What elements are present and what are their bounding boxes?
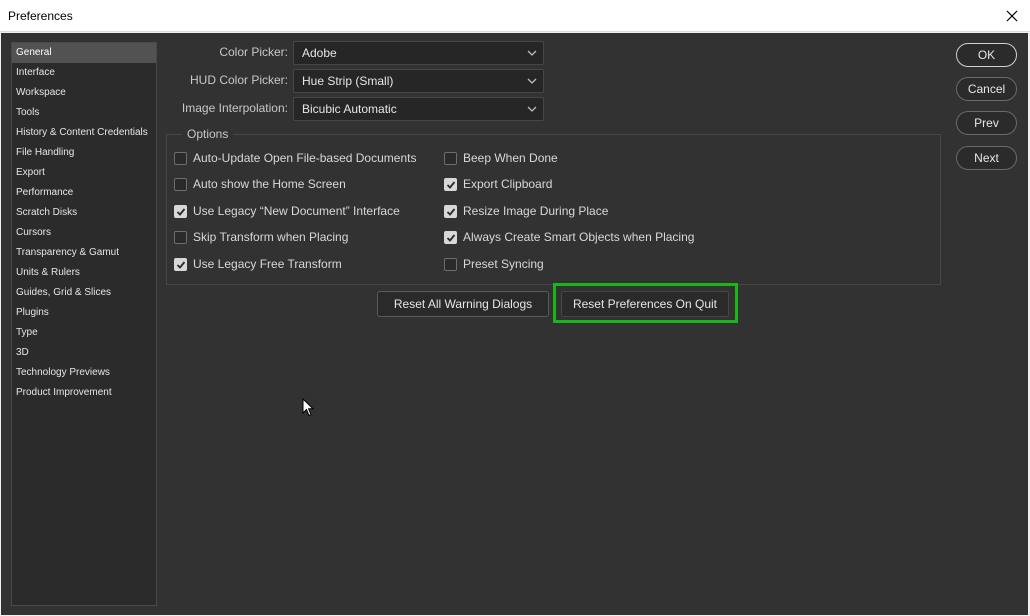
preferences-dialog: General Interface Workspace Tools Histor…: [1, 33, 1028, 615]
checkbox[interactable]: [444, 257, 457, 271]
sidebar-item-guides[interactable]: Guides, Grid & Slices: [12, 283, 156, 303]
mouse-pointer-icon: [302, 398, 314, 417]
checkmark-icon: [446, 207, 456, 216]
image-interpolation-label: Image Interpolation:: [181, 101, 288, 115]
option-auto-show-home[interactable]: Auto show the Home Screen: [174, 176, 346, 192]
hud-color-picker-label: HUD Color Picker:: [189, 73, 288, 87]
option-resize-image-place[interactable]: Resize Image During Place: [444, 203, 608, 219]
image-interpolation-select[interactable]: Bicubic Automatic: [293, 97, 544, 121]
option-legacy-free-transform[interactable]: Use Legacy Free Transform: [174, 256, 342, 272]
option-smart-objects[interactable]: Always Create Smart Objects when Placing: [444, 229, 694, 245]
checkbox-checked[interactable]: [174, 257, 187, 271]
checkbox-checked[interactable]: [174, 204, 187, 218]
close-button[interactable]: [1002, 4, 1022, 28]
window-title: Preferences: [8, 9, 73, 23]
reset-preferences-on-quit-button[interactable]: Reset Preferences On Quit: [561, 291, 729, 317]
checkmark-icon: [176, 260, 186, 269]
cancel-button[interactable]: Cancel: [956, 77, 1017, 101]
sidebar-item-general[interactable]: General: [12, 43, 156, 63]
close-icon: [1006, 10, 1018, 22]
sidebar-item-type[interactable]: Type: [12, 323, 156, 343]
sidebar-item-cursors[interactable]: Cursors: [12, 223, 156, 243]
checkbox-checked[interactable]: [444, 230, 457, 244]
option-label: Beep When Done: [463, 151, 558, 165]
color-picker-select[interactable]: Adobe: [293, 41, 544, 65]
checkmark-icon: [446, 180, 456, 189]
color-picker-label: Color Picker:: [219, 45, 288, 59]
checkmark-icon: [176, 207, 186, 216]
option-auto-update-docs[interactable]: Auto-Update Open File-based Documents: [174, 150, 416, 166]
reset-warning-dialogs-button[interactable]: Reset All Warning Dialogs: [377, 291, 549, 317]
checkbox[interactable]: [444, 151, 457, 165]
sidebar-item-technology-previews[interactable]: Technology Previews: [12, 363, 156, 383]
option-label: Auto-Update Open File-based Documents: [193, 151, 417, 165]
option-label: Use Legacy Free Transform: [193, 257, 342, 271]
image-interpolation-value: Bicubic Automatic: [302, 102, 397, 116]
option-label: Preset Syncing: [463, 257, 544, 271]
option-label: Export Clipboard: [463, 177, 553, 191]
chevron-down-icon: [527, 106, 537, 112]
option-label: Auto show the Home Screen: [193, 177, 346, 191]
sidebar-item-interface[interactable]: Interface: [12, 63, 156, 83]
option-export-clipboard[interactable]: Export Clipboard: [444, 176, 552, 192]
checkmark-icon: [446, 233, 456, 242]
option-preset-syncing[interactable]: Preset Syncing: [444, 256, 544, 272]
sidebar-item-units-rulers[interactable]: Units & Rulers: [12, 263, 156, 283]
option-label: Use Legacy “New Document” Interface: [193, 204, 400, 218]
checkbox-checked[interactable]: [444, 177, 457, 191]
option-label: Resize Image During Place: [463, 204, 609, 218]
sidebar-item-product-improvement[interactable]: Product Improvement: [12, 383, 156, 403]
prev-button[interactable]: Prev: [956, 111, 1017, 135]
options-legend: Options: [182, 127, 234, 141]
option-skip-transform[interactable]: Skip Transform when Placing: [174, 229, 348, 245]
sidebar-item-3d[interactable]: 3D: [12, 343, 156, 363]
checkbox-checked[interactable]: [444, 204, 457, 218]
hud-color-picker-value: Hue Strip (Small): [302, 74, 394, 88]
sidebar-item-file-handling[interactable]: File Handling: [12, 143, 156, 163]
option-beep-when-done[interactable]: Beep When Done: [444, 150, 558, 166]
option-legacy-new-document[interactable]: Use Legacy “New Document” Interface: [174, 203, 400, 219]
sidebar-item-transparency[interactable]: Transparency & Gamut: [12, 243, 156, 263]
next-button[interactable]: Next: [956, 146, 1017, 170]
sidebar-item-workspace[interactable]: Workspace: [12, 83, 156, 103]
chevron-down-icon: [527, 50, 537, 56]
sidebar: General Interface Workspace Tools Histor…: [11, 42, 157, 606]
checkbox[interactable]: [174, 151, 187, 165]
title-bar: Preferences: [0, 0, 1030, 32]
hud-color-picker-select[interactable]: Hue Strip (Small): [293, 69, 544, 93]
color-picker-value: Adobe: [302, 46, 337, 60]
sidebar-item-history[interactable]: History & Content Credentials: [12, 123, 156, 143]
sidebar-item-plugins[interactable]: Plugins: [12, 303, 156, 323]
checkbox[interactable]: [174, 230, 187, 244]
option-label: Always Create Smart Objects when Placing: [463, 230, 695, 244]
option-label: Skip Transform when Placing: [193, 230, 349, 244]
sidebar-item-scratch-disks[interactable]: Scratch Disks: [12, 203, 156, 223]
sidebar-item-performance[interactable]: Performance: [12, 183, 156, 203]
ok-button[interactable]: OK: [956, 43, 1017, 67]
chevron-down-icon: [527, 78, 537, 84]
checkbox[interactable]: [174, 177, 187, 191]
sidebar-item-tools[interactable]: Tools: [12, 103, 156, 123]
sidebar-item-export[interactable]: Export: [12, 163, 156, 183]
